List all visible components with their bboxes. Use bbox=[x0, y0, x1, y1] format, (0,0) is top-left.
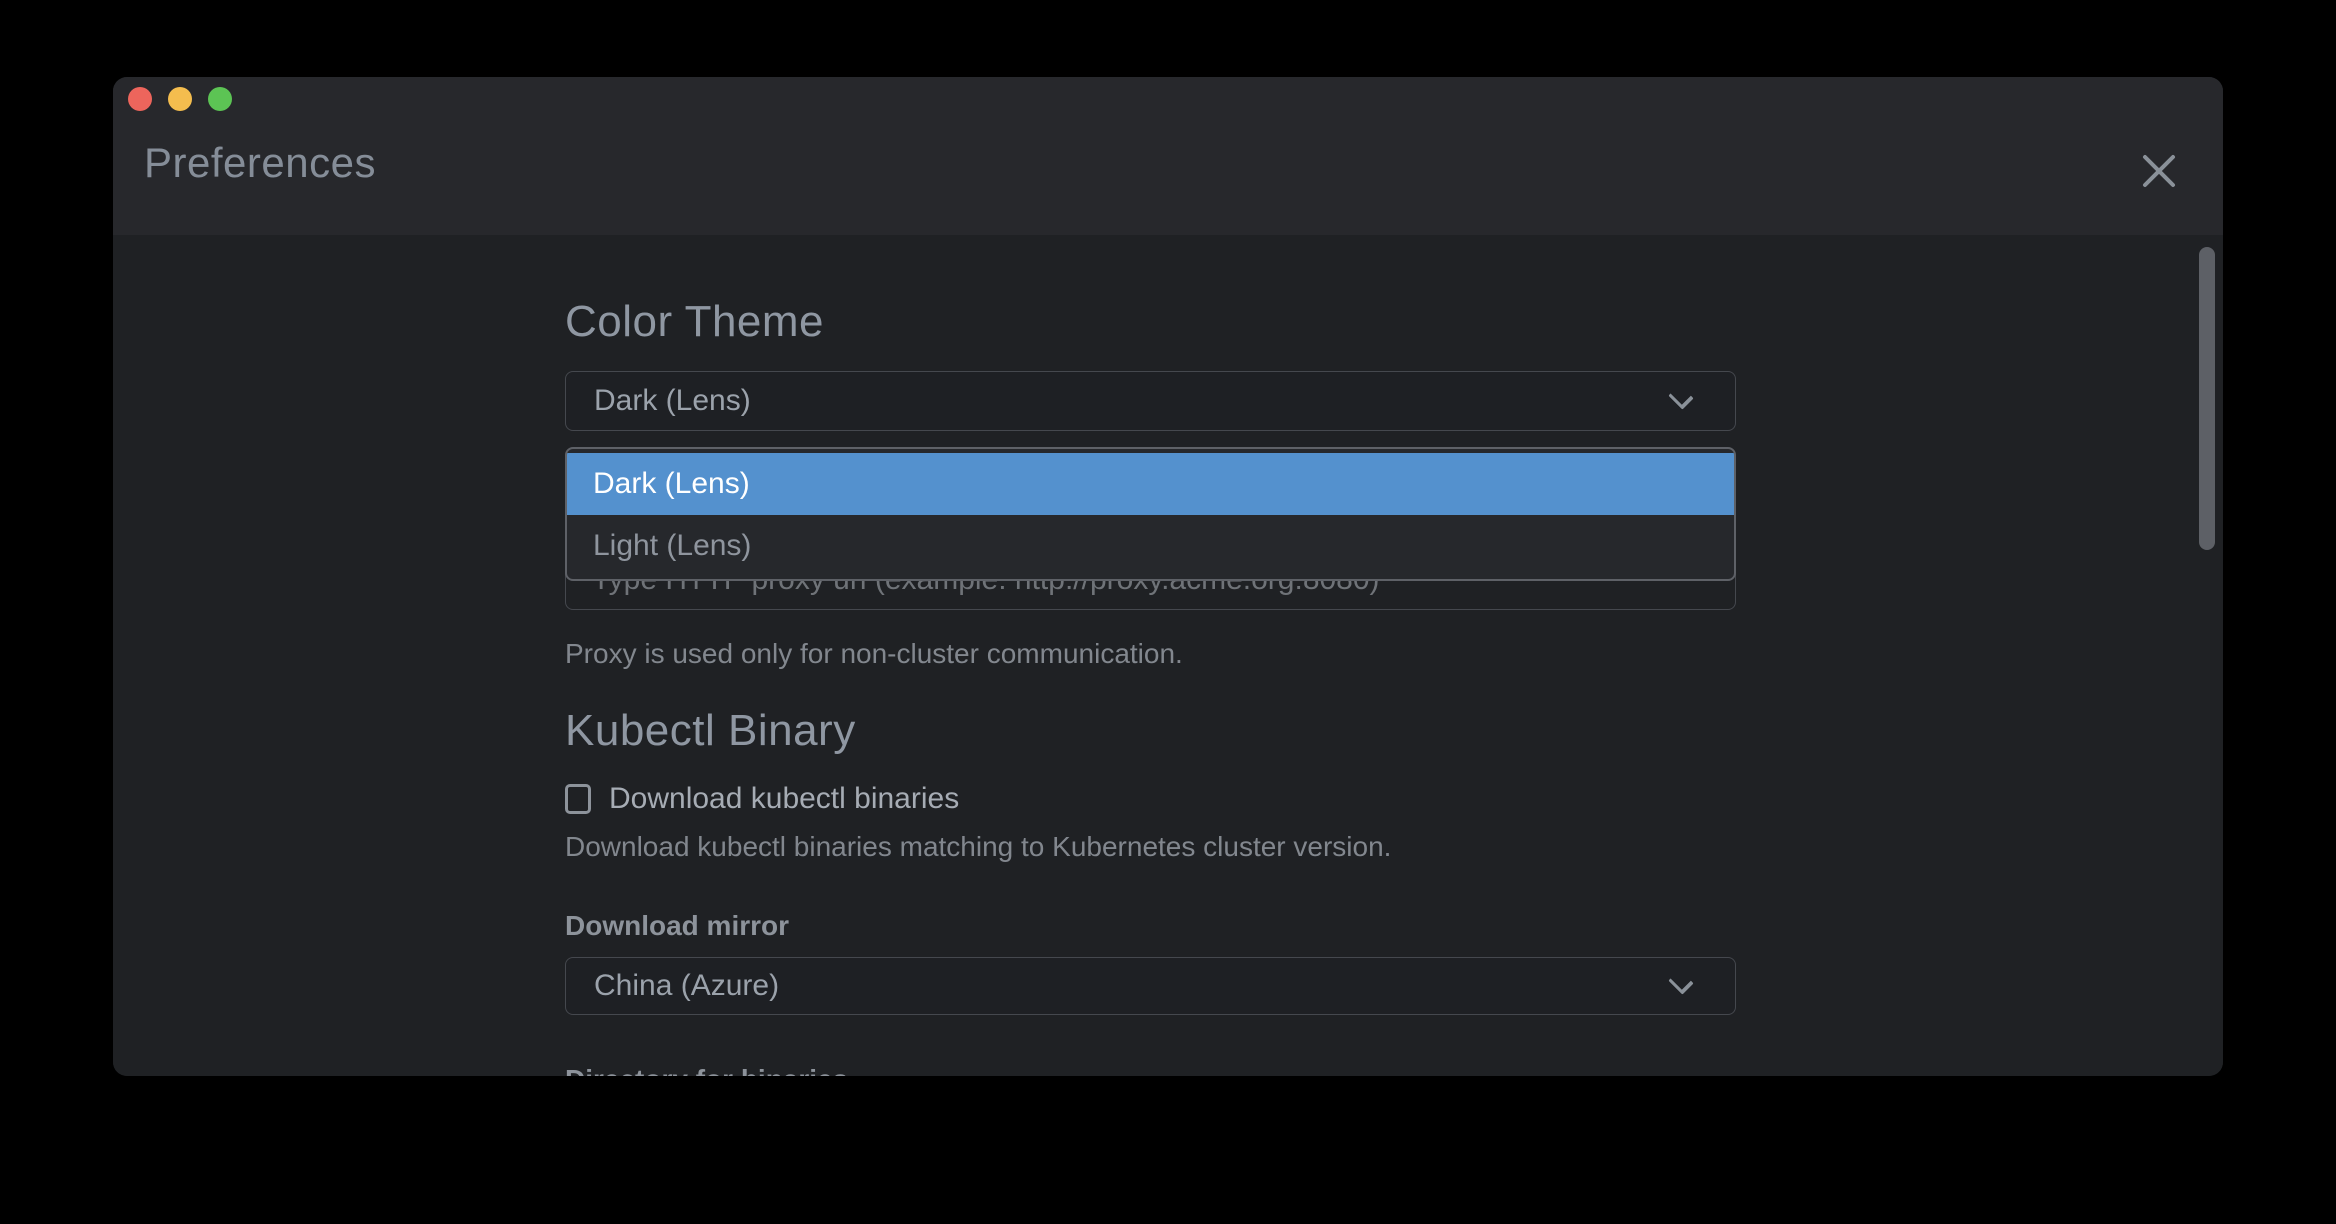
download-kubectl-description: Download kubectl binaries matching to Ku… bbox=[565, 831, 1391, 863]
proxy-hint: Proxy is used only for non-cluster commu… bbox=[565, 638, 1183, 670]
x-icon bbox=[2140, 152, 2178, 190]
directory-for-binaries-label: Directory for binaries bbox=[565, 1064, 848, 1076]
color-theme-select[interactable]: Dark (Lens) bbox=[565, 371, 1736, 431]
close-button[interactable] bbox=[2133, 145, 2185, 197]
download-mirror-label: Download mirror bbox=[565, 910, 789, 942]
color-theme-heading: Color Theme bbox=[565, 297, 824, 347]
titlebar: Preferences bbox=[113, 77, 2223, 235]
dropdown-option-dark[interactable]: Dark (Lens) bbox=[567, 453, 1734, 515]
color-theme-select-value: Dark (Lens) bbox=[566, 384, 1671, 418]
dropdown-option-light[interactable]: Light (Lens) bbox=[567, 515, 1734, 577]
page-title: Preferences bbox=[144, 139, 376, 187]
dropdown-option-label: Dark (Lens) bbox=[593, 467, 750, 501]
kubectl-binary-heading: Kubectl Binary bbox=[565, 706, 856, 756]
preferences-content: Color Theme Dark (Lens) Dark (Lens) Ligh… bbox=[113, 235, 2223, 1076]
scrollbar-thumb[interactable] bbox=[2199, 247, 2215, 550]
minimize-traffic-light-icon[interactable] bbox=[168, 87, 192, 111]
checkbox-icon[interactable] bbox=[565, 784, 591, 814]
traffic-lights bbox=[128, 87, 232, 111]
chevron-down-icon bbox=[1668, 969, 1693, 994]
download-mirror-select[interactable]: China (Azure) bbox=[565, 957, 1736, 1015]
color-theme-dropdown-menu: Dark (Lens) Light (Lens) bbox=[565, 447, 1736, 581]
download-kubectl-checkbox-label: Download kubectl binaries bbox=[609, 782, 959, 816]
zoom-traffic-light-icon[interactable] bbox=[208, 87, 232, 111]
chevron-down-icon bbox=[1668, 384, 1693, 409]
dropdown-option-label: Light (Lens) bbox=[593, 529, 751, 563]
preferences-window: Preferences Color Theme Dark (Lens) Dark… bbox=[113, 77, 2223, 1076]
download-mirror-select-value: China (Azure) bbox=[566, 969, 1671, 1003]
download-kubectl-checkbox-row[interactable]: Download kubectl binaries bbox=[565, 782, 959, 816]
close-traffic-light-icon[interactable] bbox=[128, 87, 152, 111]
